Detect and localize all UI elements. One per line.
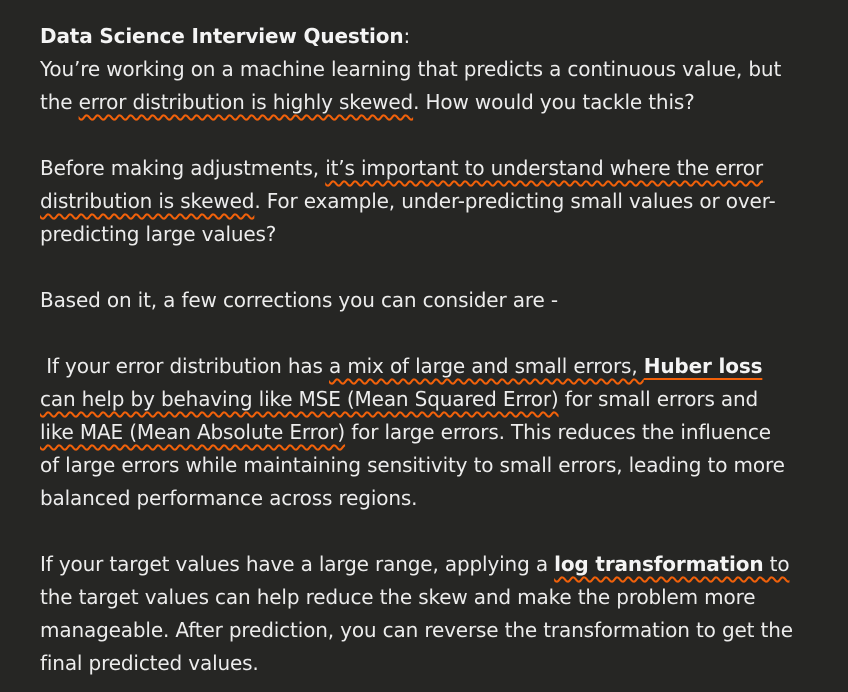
heading-line: Data Science Interview Question: xyxy=(40,20,830,53)
para3-line-1: Based on it, a few corrections you can c… xyxy=(40,288,558,312)
para2-line-3: predicting large values? xyxy=(40,222,277,246)
para2-line-1: Before making adjustments, it’s importan… xyxy=(40,152,830,185)
para4-line-1-pre: If your error distribution has xyxy=(40,354,329,378)
para4-line-3-post: for large errors. This reduces the influ… xyxy=(345,420,771,444)
post-body: Data Science Interview Question: You’re … xyxy=(40,20,830,680)
document-page: Data Science Interview Question: You’re … xyxy=(0,0,848,692)
para5-line-1: If your target values have a large range… xyxy=(40,548,830,581)
para5-line-2: the target values can help reduce the sk… xyxy=(40,585,756,609)
para2-line-1-pre: Before making adjustments, xyxy=(40,156,326,180)
highlight-mse: can help by behaving like MSE (Mean Squa… xyxy=(40,387,559,411)
highlight-mix-errors: a mix of large and small errors, xyxy=(329,354,644,378)
question-line-1: You’re working on a machine learning tha… xyxy=(40,57,782,81)
para4-line-1: If your error distribution has a mix of … xyxy=(40,350,830,383)
huber-loss-term: Huber loss xyxy=(643,354,763,378)
para4-line-2: can help by behaving like MSE (Mean Squa… xyxy=(40,383,830,416)
question-line-2-pre: the xyxy=(40,90,79,114)
para5-line-4: final predicted values. xyxy=(40,651,259,675)
para2-line-2-post: . For example, under-predicting small va… xyxy=(254,189,776,213)
para2-line-2: distribution is skewed. For example, und… xyxy=(40,185,830,218)
question-line-2: the error distribution is highly skewed.… xyxy=(40,86,830,119)
heading-title: Data Science Interview Question xyxy=(40,24,404,48)
question-line-2-post: . How would you tackle this? xyxy=(413,90,695,114)
para4-line-5: balanced performance across regions. xyxy=(40,486,418,510)
para5-line-3: manageable. After prediction, you can re… xyxy=(40,618,793,642)
para4-line-4: of large errors while maintaining sensit… xyxy=(40,453,785,477)
highlight-skewed-error: error distribution is highly skewed xyxy=(78,90,414,114)
highlight-distribution-skewed: distribution is skewed xyxy=(40,189,255,213)
heading-colon: : xyxy=(403,24,411,48)
para4-line-3: like MAE (Mean Absolute Error) for large… xyxy=(40,416,830,449)
highlight-understand: it’s important to understand where the e… xyxy=(325,156,763,180)
highlight-mae: like MAE (Mean Absolute Error) xyxy=(40,420,346,444)
para5-line-1-pre: If your target values have a large range… xyxy=(40,552,555,576)
para4-line-2-post: for small errors and xyxy=(558,387,759,411)
para5-line-1-post: to xyxy=(763,552,790,576)
log-transformation-term: log transformation xyxy=(554,552,764,576)
